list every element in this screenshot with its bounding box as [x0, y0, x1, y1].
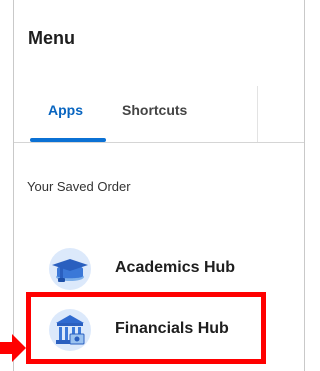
tab-shortcuts[interactable]: Shortcuts: [122, 102, 187, 118]
tabs-divider: [14, 142, 304, 143]
pointer-arrow-icon: [0, 334, 26, 362]
app-item-academics-hub[interactable]: Academics Hub: [28, 241, 278, 297]
menu-tabs: Apps Shortcuts: [14, 86, 254, 119]
tab-apps[interactable]: Apps: [48, 102, 83, 118]
saved-order-label: Your Saved Order: [27, 179, 131, 194]
menu-panel: Menu Apps Shortcuts Your Saved Order Aca…: [13, 0, 305, 371]
app-item-label: Academics Hub: [115, 259, 236, 276]
bank-icon: [49, 309, 91, 351]
app-item-label: Financials Hub: [115, 320, 229, 337]
menu-title: Menu: [28, 28, 75, 48]
app-item-financials-hub[interactable]: Financials Hub: [28, 302, 278, 358]
tabs-separator: [257, 86, 258, 142]
graduation-cap-icon: [49, 248, 91, 290]
